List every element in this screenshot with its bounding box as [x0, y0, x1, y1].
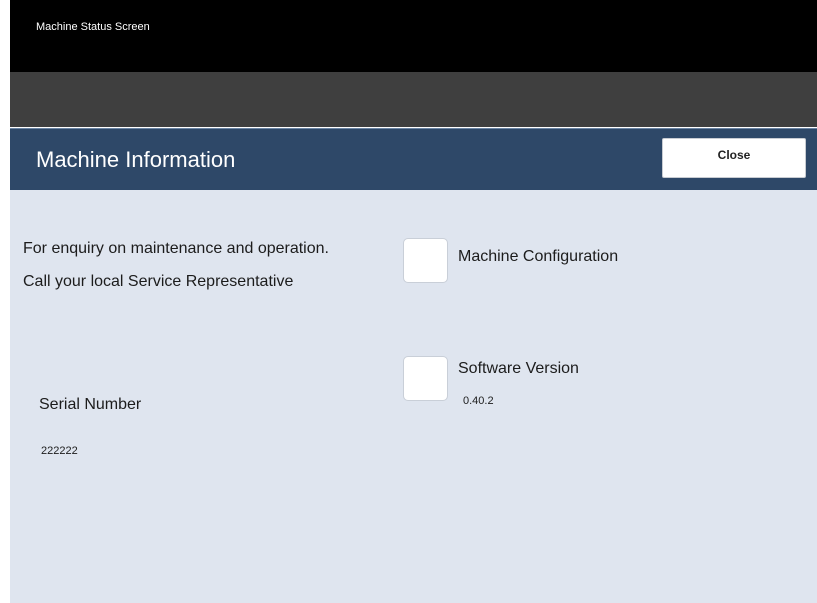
- screen-title: Machine Status Screen: [36, 21, 150, 33]
- contact-info: For enquiry on maintenance and operation…: [23, 238, 373, 292]
- left-edge: [0, 0, 10, 603]
- toolbar-strip: [10, 72, 817, 127]
- call-representative-text: Call your local Service Representative: [23, 273, 294, 290]
- serial-number-label: Serial Number: [39, 396, 142, 413]
- software-version-button[interactable]: [403, 356, 448, 401]
- serial-number-value: 222222: [41, 445, 78, 457]
- machine-configuration-button[interactable]: [403, 238, 448, 283]
- software-version-value: 0.40.2: [463, 395, 494, 407]
- close-button[interactable]: Close: [662, 138, 806, 178]
- top-status-bar: Machine Status Screen: [10, 0, 817, 72]
- software-version-label: Software Version: [458, 360, 579, 377]
- enquiry-text: For enquiry on maintenance and operation…: [23, 240, 329, 257]
- dialog-header: Machine Information Close: [10, 128, 817, 190]
- dialog-title: Machine Information: [36, 147, 236, 172]
- machine-configuration-label: Machine Configuration: [458, 248, 619, 265]
- dialog-content: For enquiry on maintenance and operation…: [10, 190, 817, 603]
